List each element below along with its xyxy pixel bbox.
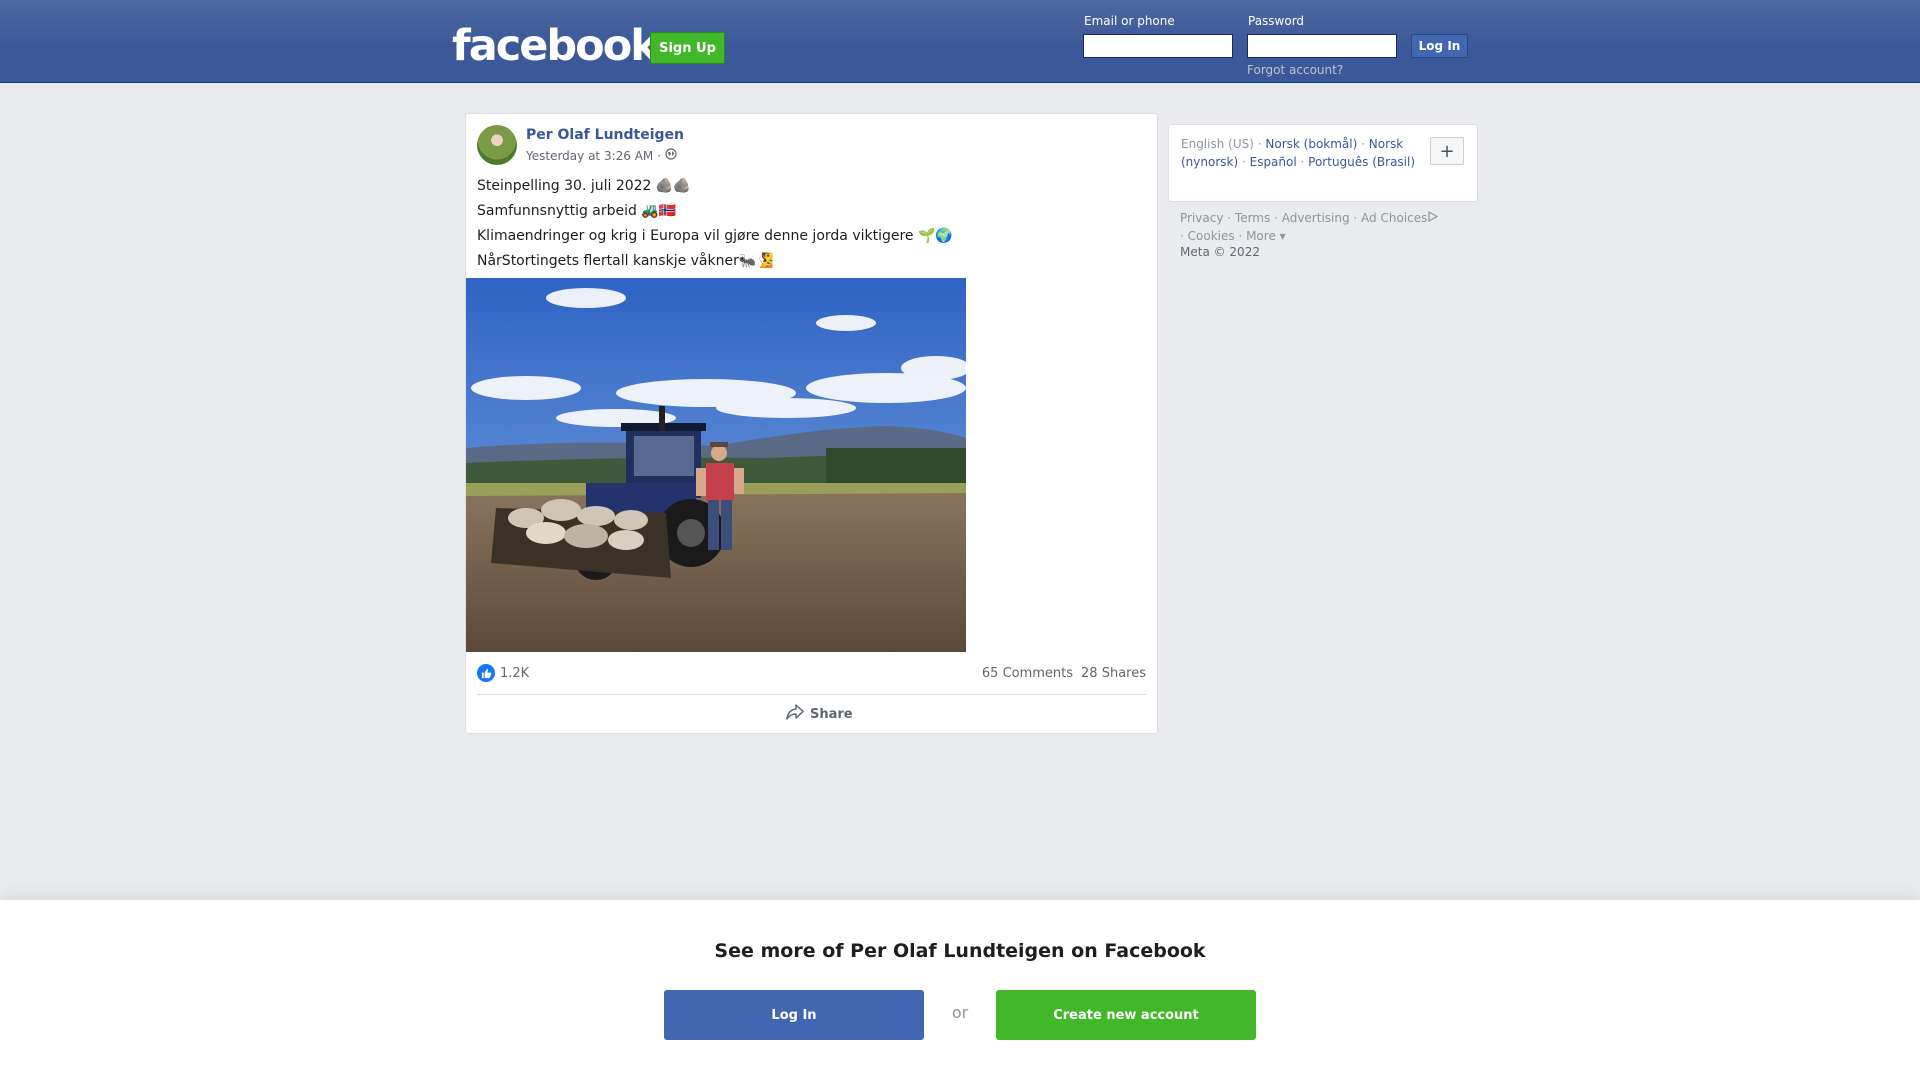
footer-links: Privacy · Terms · Advertising · Ad Choic…: [1180, 209, 1480, 245]
password-label: Password: [1248, 14, 1305, 28]
post-line: Samfunnsnyttig arbeid 🚜🇳🇴: [477, 203, 677, 219]
globe-icon: [665, 148, 677, 163]
post-meta: Yesterday at 3:26 AM ·: [526, 148, 677, 163]
footer-link-ad-choices[interactable]: Ad Choices: [1361, 211, 1427, 225]
like-count: 1.2K: [500, 665, 530, 681]
post-line: NårStortingets flertall kanskje våkner🐜🧏: [477, 253, 774, 269]
share-icon: [786, 704, 804, 724]
reactions-summary[interactable]: 1.2K: [477, 664, 529, 682]
password-field[interactable]: [1247, 34, 1397, 58]
footer-link-advertising[interactable]: Advertising: [1282, 211, 1350, 225]
more-languages-button[interactable]: +: [1430, 137, 1464, 165]
email-field[interactable]: [1083, 34, 1233, 58]
forgot-account-link[interactable]: Forgot account?: [1247, 63, 1343, 77]
banner-log-in-button[interactable]: Log In: [664, 990, 924, 1040]
copyright: Meta © 2022: [1180, 245, 1260, 259]
ad-choices-icon: [1427, 210, 1439, 225]
post-line: Steinpelling 30. juli 2022 🪨🪨: [477, 178, 691, 194]
like-icon: [477, 664, 495, 682]
action-divider: [477, 694, 1146, 695]
email-label: Email or phone: [1084, 14, 1175, 28]
language-selector-card: English (US) · Norsk (bokmål) · Norsk (n…: [1168, 124, 1478, 202]
log-in-button[interactable]: Log In: [1411, 34, 1468, 58]
current-language: English (US): [1181, 137, 1254, 151]
language-list: English (US) · Norsk (bokmål) · Norsk (n…: [1181, 137, 1416, 169]
post-photo[interactable]: [466, 278, 966, 652]
top-navigation-bar: facebook Sign Up Email or phone Password…: [0, 0, 1920, 83]
footer-link-privacy[interactable]: Privacy: [1180, 211, 1223, 225]
language-option[interactable]: Norsk (bokmål): [1265, 137, 1357, 151]
language-option[interactable]: Español: [1250, 155, 1297, 169]
sign-up-button[interactable]: Sign Up: [650, 32, 725, 64]
footer-link-more[interactable]: More: [1246, 229, 1276, 243]
author-avatar[interactable]: [477, 125, 517, 165]
language-option[interactable]: Português (Brasil): [1308, 155, 1415, 169]
caret-down-icon: ▾: [1275, 229, 1286, 243]
post-timestamp[interactable]: Yesterday at 3:26 AM: [526, 149, 653, 163]
engagement-counts: 65 Comments 28 Shares: [982, 666, 1146, 681]
share-label: Share: [810, 706, 853, 722]
facebook-logo[interactable]: facebook: [452, 22, 659, 70]
banner-title: See more of Per Olaf Lundteigen on Faceb…: [714, 940, 1206, 962]
or-separator: or: [951, 1003, 969, 1022]
footer-link-cookies[interactable]: Cookies: [1188, 229, 1235, 243]
post-card: Per Olaf Lundteigen Yesterday at 3:26 AM…: [465, 113, 1158, 734]
share-button[interactable]: Share: [786, 704, 853, 724]
login-prompt-banner: See more of Per Olaf Lundteigen on Faceb…: [0, 900, 1920, 1080]
create-account-button[interactable]: Create new account: [996, 990, 1256, 1040]
footer-link-terms[interactable]: Terms: [1235, 211, 1270, 225]
post-line: Klimaendringer og krig i Europa vil gjør…: [477, 228, 953, 244]
meta-separator: ·: [657, 148, 662, 163]
comments-count[interactable]: 65 Comments: [982, 666, 1073, 681]
author-name[interactable]: Per Olaf Lundteigen: [526, 127, 684, 143]
post-text: Steinpelling 30. juli 2022 🪨🪨 Samfunnsny…: [477, 174, 953, 274]
shares-count[interactable]: 28 Shares: [1081, 666, 1146, 681]
